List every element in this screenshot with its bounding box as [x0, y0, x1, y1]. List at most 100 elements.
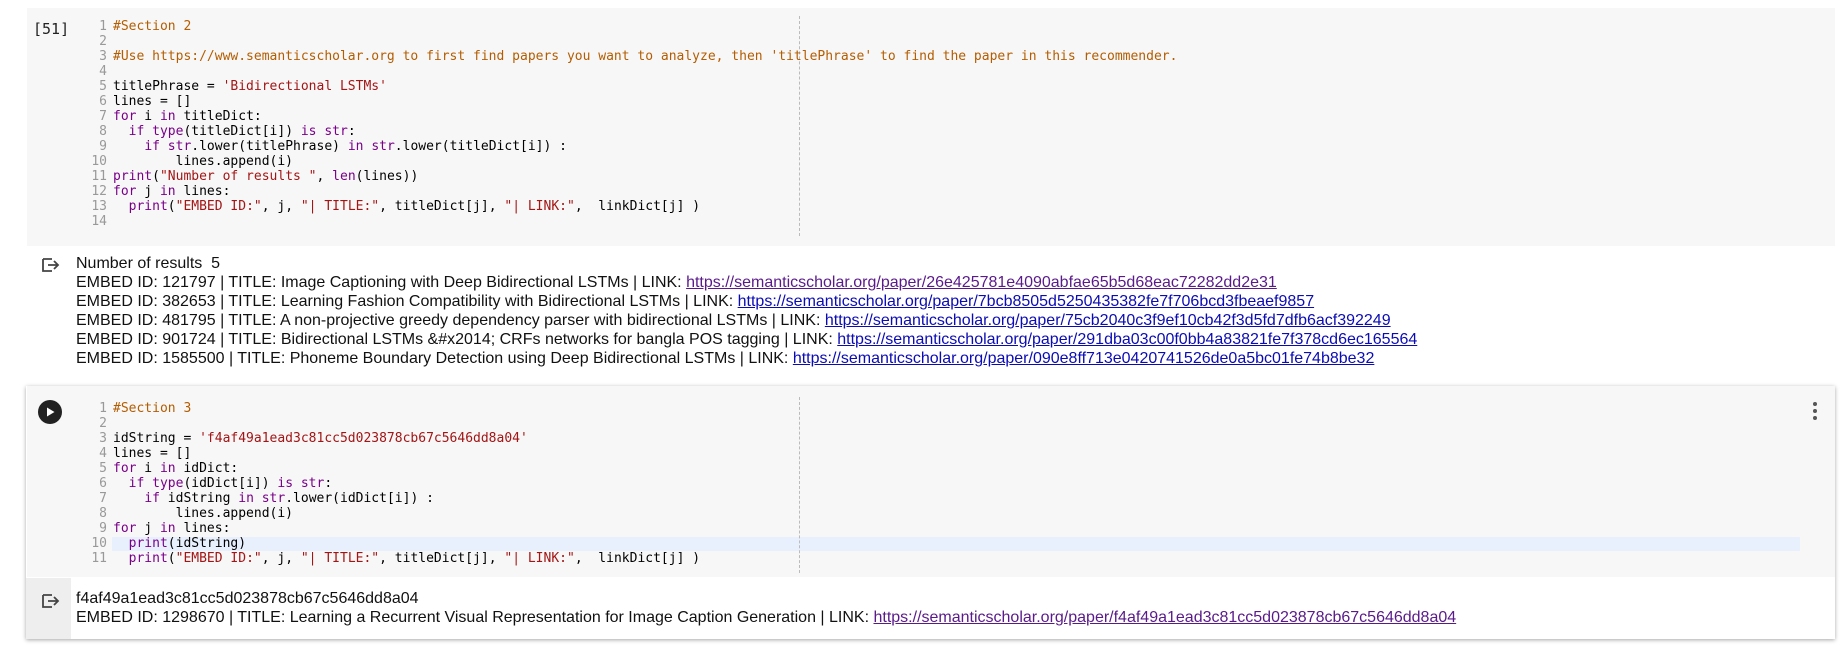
code-line[interactable]: 10 lines.append(i) [80, 154, 1177, 169]
code-line[interactable]: 2 [80, 34, 1177, 49]
code-token: i [136, 461, 160, 476]
code-token: type [152, 476, 184, 491]
code-token: in [238, 491, 254, 506]
line-number: 3 [99, 49, 107, 64]
code-line[interactable]: 8 lines.append(i) [80, 506, 700, 521]
code-text: for j in lines: [113, 184, 230, 199]
code-line[interactable]: 5 titlePhrase = 'Bidirectional LSTMs' [80, 79, 1177, 94]
code-line[interactable]: 3 idString = 'f4af49a1ead3c81cc5d023878cb… [80, 431, 700, 446]
code-line[interactable]: 11 print("EMBED ID:", j, "| TITLE:", tit… [80, 551, 700, 566]
output-line: EMBED ID: 481795 | TITLE: A non-projecti… [76, 311, 1417, 330]
code-line[interactable]: 3 #Use https://www.semanticscholar.org to… [80, 49, 1177, 64]
code-line[interactable]: 12 for j in lines: [80, 184, 1177, 199]
code-text: lines = [] [113, 446, 191, 461]
more-vert-icon[interactable] [1807, 400, 1823, 422]
paper-link[interactable]: https://semanticscholar.org/paper/090e8f… [793, 350, 1375, 367]
paper-link[interactable]: https://semanticscholar.org/paper/f4af49… [873, 609, 1456, 626]
code-text: if type(idDict[i]) is str: [113, 476, 333, 491]
line-number: 11 [91, 551, 107, 566]
code-text: print("Number of results ", len(lines)) [113, 169, 418, 184]
code-line[interactable]: 11 print("Number of results ", len(lines)… [80, 169, 1177, 184]
code-line[interactable]: 1 #Section 3 [80, 401, 700, 416]
code-token: .lower(titlePhrase) [191, 139, 348, 154]
line-number: 1 [99, 401, 107, 416]
code-token: lines.append(i) [113, 506, 294, 521]
code-editor[interactable]: 1 #Section 2 2 3 #Use https://www.semanticsc… [80, 19, 1177, 229]
code-token: is [300, 124, 317, 139]
paper-link[interactable]: https://semanticscholar.org/paper/7bcb85… [738, 293, 1314, 310]
paper-link[interactable]: https://semanticscholar.org/paper/291dba… [837, 331, 1417, 348]
code-text: lines = [] [113, 94, 191, 109]
line-number: 2 [99, 416, 107, 431]
code-line[interactable]: 9 for j in lines: [80, 521, 700, 536]
code-line[interactable]: 10 print(idString) [80, 536, 700, 551]
output-arrow-icon[interactable] [40, 591, 62, 611]
code-line[interactable]: 2 [80, 416, 700, 431]
code-token: "| TITLE:" [300, 551, 380, 566]
paper-link[interactable]: https://semanticscholar.org/paper/26e425… [686, 274, 1277, 291]
code-token: "EMBED ID:" [175, 551, 262, 566]
code-line[interactable]: 7 for i in titleDict: [80, 109, 1177, 124]
code-line[interactable]: 9 if str.lower(titlePhrase) in str.lower… [80, 139, 1177, 154]
code-line[interactable]: 1 #Section 2 [80, 19, 1177, 34]
code-text: for i in idDict: [113, 461, 238, 476]
code-text: #Section 2 [113, 19, 191, 34]
code-token: print [113, 169, 153, 184]
line-number: 8 [99, 124, 107, 139]
code-token: #Section 3 [113, 401, 192, 416]
code-token: if [144, 491, 160, 506]
code-token: , j, [261, 551, 301, 566]
code-token: lines = [] [113, 446, 192, 461]
paper-link[interactable]: https://semanticscholar.org/paper/75cb20… [825, 312, 1391, 329]
code-token: print [128, 199, 168, 214]
code-line[interactable]: 6 if type(idDict[i]) is str: [80, 476, 700, 491]
code-editor[interactable]: 1 #Section 3 2 3 idString = 'f4af49a1ead3c81… [80, 401, 700, 566]
code-token: for [113, 109, 137, 124]
line-number: 7 [99, 491, 107, 506]
code-line[interactable]: 5 for i in idDict: [80, 461, 700, 476]
code-line[interactable]: 6 lines = [] [80, 94, 1177, 109]
output-line: EMBED ID: 901724 | TITLE: Bidirectional … [76, 330, 1417, 349]
code-token: type [152, 124, 184, 139]
output-arrow-icon[interactable] [40, 255, 62, 275]
code-token: for [113, 184, 137, 199]
code-line[interactable]: 8 if type(titleDict[i]) is str: [80, 124, 1177, 139]
code-token: titlePhrase = [113, 79, 223, 94]
code-token: for [113, 521, 137, 536]
code-line[interactable]: 14 [80, 214, 1177, 229]
play-icon [47, 407, 55, 417]
code-token: str [324, 124, 348, 139]
code-token: "Number of results " [159, 169, 317, 184]
code-line[interactable]: 4 [80, 64, 1177, 79]
code-token: j [136, 184, 160, 199]
run-cell-button[interactable] [38, 400, 62, 424]
execution-count: [51] [33, 20, 70, 38]
code-token: #Use https://www.semanticscholar.org to … [113, 49, 1178, 64]
code-token: idString = [113, 431, 200, 446]
output-text: EMBED ID: 382653 | TITLE: Learning Fashi… [76, 293, 738, 310]
code-token: str [167, 139, 192, 154]
code-line[interactable]: 7 if idString in str.lower(idDict[i]) : [80, 491, 700, 506]
code-line[interactable]: 4 lines = [] [80, 446, 700, 461]
code-text: idString = 'f4af49a1ead3c81cc5d023878cb6… [113, 431, 528, 446]
line-number: 3 [99, 431, 107, 446]
code-text: if type(titleDict[i]) is str: [113, 124, 356, 139]
code-line[interactable]: 13 print("EMBED ID:", j, "| TITLE:", tit… [80, 199, 1177, 214]
output-text: EMBED ID: 901724 | TITLE: Bidirectional … [76, 331, 838, 348]
code-text: print("EMBED ID:", j, "| TITLE:", titleD… [113, 199, 700, 214]
code-token: : [347, 124, 356, 139]
code-token: str [371, 139, 395, 154]
line-number: 9 [99, 521, 107, 536]
code-token: , titleDict[j], [379, 199, 505, 214]
line-number: 13 [91, 199, 107, 214]
code-text: lines.append(i) [113, 506, 293, 521]
code-token: , linkDict[j] ) [574, 551, 701, 566]
code-token: i [136, 109, 160, 124]
code-text: lines.append(i) [113, 154, 293, 169]
code-text: for i in titleDict: [113, 109, 262, 124]
